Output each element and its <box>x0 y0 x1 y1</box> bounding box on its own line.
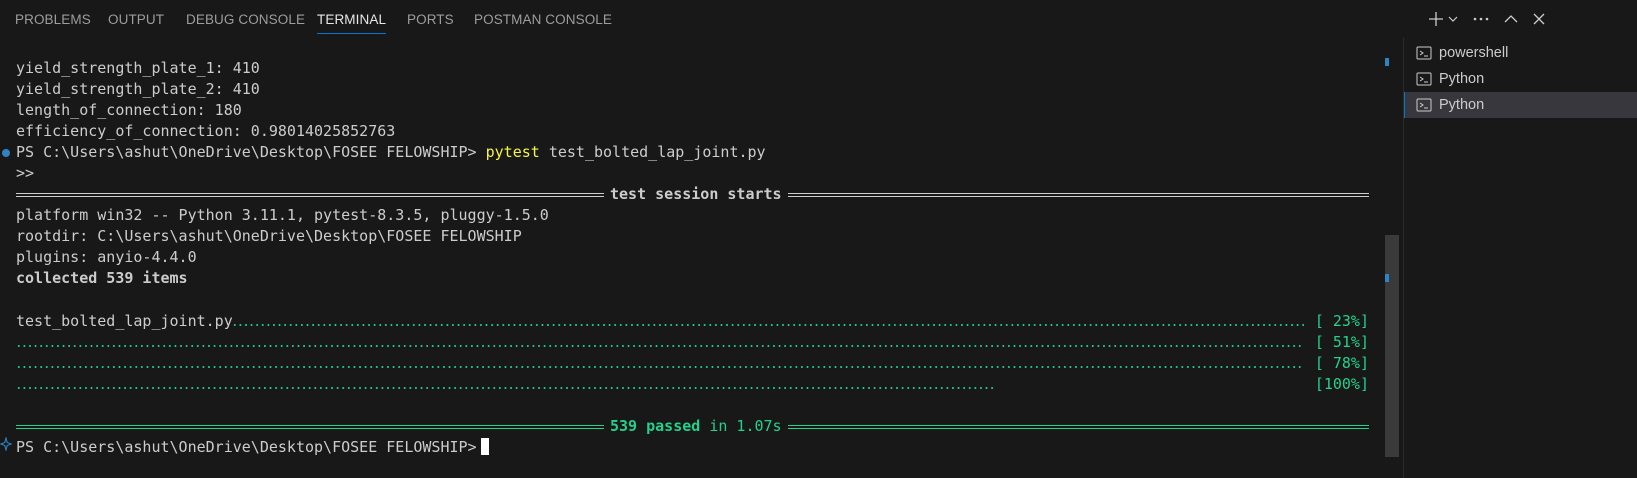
scroll-marker <box>1385 274 1389 282</box>
scrollbar-thumb[interactable] <box>1385 235 1399 457</box>
terminal-item-python-active[interactable]: Python <box>1404 92 1637 118</box>
summary-passed: 539 passed <box>610 417 701 435</box>
terminal-icon <box>1416 46 1432 60</box>
tab-terminal[interactable]: TERMINAL <box>317 0 387 38</box>
plugins-line: plugins: anyio-4.4.0 <box>16 248 197 266</box>
progress-dots <box>16 345 1304 347</box>
progress-dots <box>16 387 996 389</box>
output-line: length_of_connection: 180 <box>16 101 242 119</box>
scroll-marker <box>1385 58 1389 66</box>
session-header-ruler: test session starts <box>16 183 1369 205</box>
tab-output[interactable]: OUTPUT <box>108 0 164 38</box>
terminal-item-label: Python <box>1439 71 1485 87</box>
tab-problems[interactable]: PROBLEMS <box>15 0 91 38</box>
progress-percent: [ 51%] <box>1314 333 1369 351</box>
summary-ruler: 539 passed in 1.07s <box>16 415 1369 437</box>
sparkle-icon[interactable] <box>0 437 12 451</box>
panel-tab-bar: PROBLEMS OUTPUT DEBUG CONSOLE TERMINAL P… <box>0 0 1637 38</box>
progress-dots <box>232 324 1304 326</box>
output-line: efficiency_of_connection: 0.980140258527… <box>16 122 396 140</box>
chevron-down-icon[interactable] <box>1447 9 1459 29</box>
terminal-item-powershell[interactable]: powershell <box>1404 40 1637 66</box>
command-arg: test_bolted_lap_joint.py <box>539 143 766 161</box>
command-name: pytest <box>485 143 540 161</box>
session-header: test session starts <box>604 183 788 205</box>
terminal-item-label: Python <box>1439 97 1485 113</box>
summary-label: 539 passed in 1.07s <box>604 415 788 437</box>
terminal-item-python[interactable]: Python <box>1404 66 1637 92</box>
terminal-icon <box>1416 98 1432 112</box>
more-icon[interactable] <box>1472 9 1490 29</box>
close-icon[interactable] <box>1530 9 1548 29</box>
tab-ports[interactable]: PORTS <box>407 0 454 38</box>
prompt: PS C:\Users\ashut\OneDrive\Desktop\FOSEE… <box>16 438 477 456</box>
tab-debug-console[interactable]: DEBUG CONSOLE <box>186 0 305 38</box>
terminal-scrollbar[interactable] <box>1385 51 1399 478</box>
command-line: PS C:\Users\ashut\OneDrive\Desktop\FOSEE… <box>16 141 766 163</box>
terminal-cursor <box>480 438 489 455</box>
collected-line: collected 539 items <box>16 269 188 287</box>
rootdir-line: rootdir: C:\Users\ashut\OneDrive\Desktop… <box>16 227 522 245</box>
terminal-list: powershell Python Python <box>1403 38 1637 478</box>
progress-dots <box>16 366 1304 368</box>
output-line: yield_strength_plate_1: 410 <box>16 59 260 77</box>
plus-icon[interactable] <box>1426 9 1446 29</box>
output-line: yield_strength_plate_2: 410 <box>16 80 260 98</box>
chevron-up-icon[interactable] <box>1502 9 1520 29</box>
continuation-prompt: >> <box>16 164 35 182</box>
test-file-name: test_bolted_lap_joint.py <box>16 312 233 330</box>
progress-percent: [ 78%] <box>1314 354 1369 372</box>
command-decoration-icon[interactable] <box>2 149 10 157</box>
terminal-output[interactable]: yield_strength_plate_1: 410 yield_streng… <box>0 51 1446 478</box>
tab-postman-console[interactable]: POSTMAN CONSOLE <box>474 0 612 38</box>
terminal-icon <box>1416 72 1432 86</box>
prompt: PS C:\Users\ashut\OneDrive\Desktop\FOSEE… <box>16 143 477 161</box>
progress-percent: [ 23%] <box>1314 312 1369 330</box>
summary-time: in 1.07s <box>700 417 782 435</box>
progress-percent: [100%] <box>1314 375 1369 393</box>
final-prompt-line[interactable]: PS C:\Users\ashut\OneDrive\Desktop\FOSEE… <box>16 436 489 458</box>
platform-line: platform win32 -- Python 3.11.1, pytest-… <box>16 206 549 224</box>
terminal-item-label: powershell <box>1439 45 1509 61</box>
